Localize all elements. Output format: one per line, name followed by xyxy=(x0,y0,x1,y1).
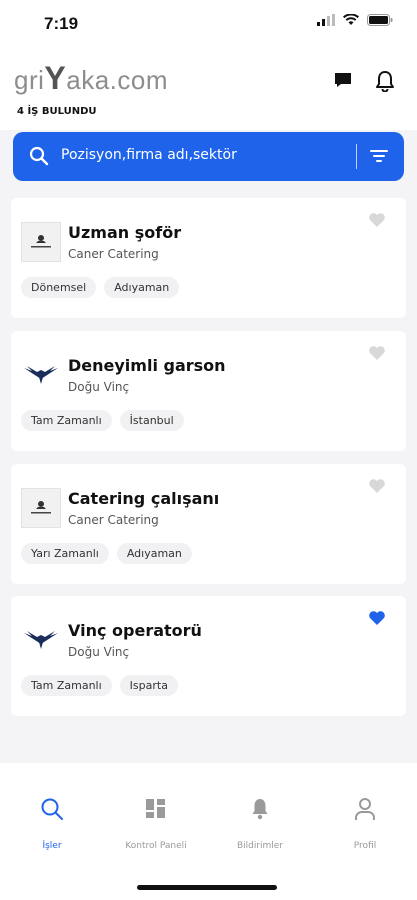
status-time: 7:19 xyxy=(44,14,79,33)
result-count: 4 İŞ BULUNDU xyxy=(17,106,97,117)
company-logo xyxy=(21,620,61,660)
company-name: Doğu Vinç xyxy=(68,645,130,659)
company-name: Doğu Vinç xyxy=(68,380,130,394)
location-tag: Adıyaman xyxy=(116,543,192,564)
job-card[interactable]: Catering çalışanı Caner Catering Yarı Za… xyxy=(11,464,406,584)
nav-item-profile[interactable]: Profil xyxy=(320,793,410,851)
user-icon xyxy=(355,798,375,820)
bottom-nav: İşler Kontrol Paneli Bildirimler Profil xyxy=(0,763,417,900)
job-card[interactable]: Deneyimli garson Doğu Vinç Tam Zamanlı İ… xyxy=(11,331,406,451)
brand-logo: griYaka.com xyxy=(14,60,168,97)
location-tag: Adıyaman xyxy=(104,277,180,298)
company-logo xyxy=(21,222,61,262)
search-icon xyxy=(29,146,49,166)
status-bar: 7:19 xyxy=(0,0,417,46)
logo-text-gri: gri xyxy=(14,65,45,95)
notification-bell-icon[interactable] xyxy=(375,70,395,92)
battery-icon xyxy=(367,14,393,26)
job-title: Catering çalışanı xyxy=(68,489,220,508)
favorite-heart-icon[interactable] xyxy=(368,610,386,626)
favorite-heart-icon[interactable] xyxy=(368,345,386,361)
job-type-tag: Tam Zamanlı xyxy=(21,675,112,696)
logo-text-y: Y xyxy=(44,60,67,96)
job-type-tag: Dönemsel xyxy=(21,277,97,298)
filter-icon[interactable] xyxy=(369,146,389,166)
favorite-heart-icon[interactable] xyxy=(368,212,386,228)
dashboard-icon xyxy=(146,799,165,818)
job-title: Uzman şoför xyxy=(68,223,182,242)
nav-label: Bildirimler xyxy=(236,841,284,851)
job-title: Vinç operatorü xyxy=(68,621,202,640)
location-tag: İstanbul xyxy=(119,410,184,431)
search-bar[interactable]: Pozisyon,firma adı,sektör xyxy=(13,132,404,181)
search-icon xyxy=(41,798,63,820)
nav-label: İşler xyxy=(42,841,62,851)
logo-text-aka: aka.com xyxy=(66,65,169,95)
header-actions xyxy=(333,70,395,92)
dogu-vinc-eagle-logo-icon xyxy=(24,366,58,384)
job-tags: Yarı Zamanlı Adıyaman xyxy=(21,543,192,564)
nav-item-jobs[interactable]: İşler xyxy=(7,793,97,851)
job-tags: Tam Zamanlı Isparta xyxy=(21,675,178,696)
company-logo xyxy=(21,488,61,528)
search-divider xyxy=(356,144,357,169)
company-logo xyxy=(21,355,61,395)
signal-icon xyxy=(317,14,335,26)
nav-label: Profil xyxy=(353,841,377,851)
caner-catering-logo-icon xyxy=(31,235,51,248)
caner-catering-logo-icon xyxy=(31,501,51,514)
job-tags: Dönemsel Adıyaman xyxy=(21,277,180,298)
nav-item-dashboard[interactable]: Kontrol Paneli xyxy=(111,793,201,851)
job-type-tag: Tam Zamanlı xyxy=(21,410,112,431)
wifi-icon xyxy=(343,14,359,25)
job-card[interactable]: Vinç operatorü Doğu Vinç Tam Zamanlı Isp… xyxy=(11,596,406,716)
company-name: Caner Catering xyxy=(68,247,159,261)
location-tag: Isparta xyxy=(119,675,178,696)
job-type-tag: Yarı Zamanlı xyxy=(21,543,109,564)
favorite-heart-icon[interactable] xyxy=(368,478,386,494)
company-name: Caner Catering xyxy=(68,513,159,527)
search-placeholder[interactable]: Pozisyon,firma adı,sektör xyxy=(61,147,237,163)
nav-label: Kontrol Paneli xyxy=(125,841,187,851)
home-indicator xyxy=(137,885,277,890)
status-icons xyxy=(317,14,393,26)
chat-icon[interactable] xyxy=(333,70,353,90)
nav-item-notifications[interactable]: Bildirimler xyxy=(215,793,305,851)
dogu-vinc-eagle-logo-icon xyxy=(24,631,58,649)
job-tags: Tam Zamanlı İstanbul xyxy=(21,410,184,431)
job-card[interactable]: Uzman şoför Caner Catering Dönemsel Adıy… xyxy=(11,198,406,318)
app-header: griYaka.com 4 İŞ BULUNDU xyxy=(0,46,417,130)
job-title: Deneyimli garson xyxy=(68,356,226,375)
bell-icon xyxy=(252,799,268,820)
